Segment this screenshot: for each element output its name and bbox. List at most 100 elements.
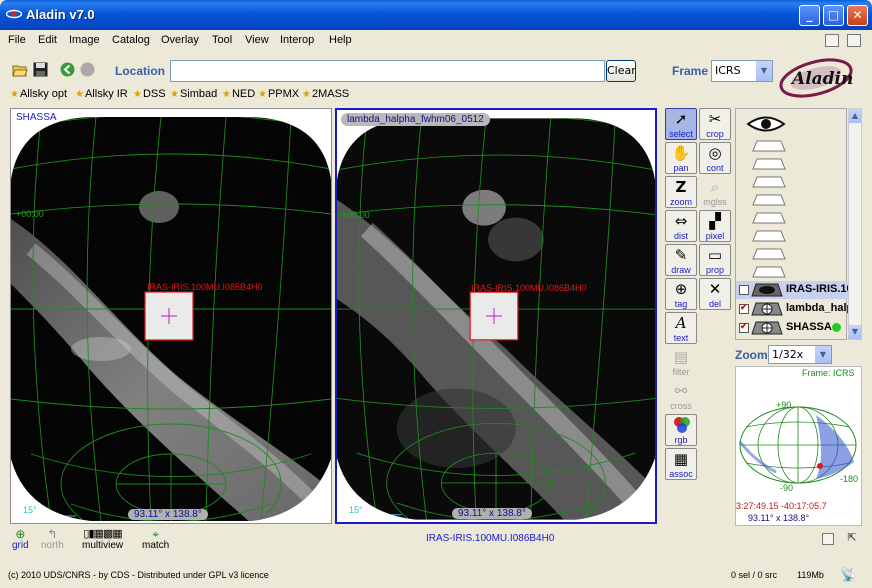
tool-rgb[interactable]: rgb: [665, 414, 697, 446]
menu-view[interactable]: View: [245, 34, 269, 46]
title-bar[interactable]: Aladin v7.0 _ □ ✕: [0, 0, 872, 30]
grid-toggle[interactable]: ⊕ grid: [12, 528, 29, 551]
layer-stack-scrollbar[interactable]: ▲ ▼: [848, 108, 862, 340]
sky-image-halpha[interactable]: [337, 110, 655, 522]
match-toggle[interactable]: ⌖ match: [142, 528, 169, 551]
bookmark-ned[interactable]: ★NED: [222, 88, 255, 100]
tool-pan[interactable]: ✋ pan: [665, 142, 697, 174]
tool-magnifier[interactable]: ⌕ mglss: [699, 176, 731, 208]
panner-right-label: -180: [840, 474, 859, 484]
clear-button[interactable]: Clear: [606, 60, 636, 82]
tool-filter[interactable]: ▤ filter: [665, 346, 697, 378]
menu-tool[interactable]: Tool: [212, 34, 232, 46]
menu-interop[interactable]: Interop: [280, 34, 314, 46]
layer-row[interactable]: IRAS-IRIS.100MU.I086B4H0: [736, 281, 848, 299]
empty-plane[interactable]: [752, 248, 786, 260]
close-button[interactable]: ✕: [847, 5, 868, 26]
tool-distance[interactable]: ⇔ dist: [665, 210, 697, 242]
layer-stack[interactable]: IRAS-IRIS.100MU.I086B4H0 lambda_halpha_f…: [735, 108, 848, 340]
fullscreen-icon[interactable]: [847, 34, 861, 47]
star-icon: ★: [170, 89, 179, 100]
layer-visibility-checkbox[interactable]: [739, 302, 749, 314]
empty-plane[interactable]: [752, 194, 786, 206]
zoom-label: Zoom: [735, 348, 768, 362]
star-icon: ★: [75, 89, 84, 100]
tag-target-icon: ⊕: [674, 280, 688, 298]
view-panel-left[interactable]: SHASSA +00:00 IRAS-IRIS.100MU.I086B4H0 1…: [10, 108, 332, 524]
aladin-app-icon: [6, 9, 22, 19]
empty-plane[interactable]: [752, 212, 786, 224]
tool-crossmatch[interactable]: ⚯ cross: [665, 380, 697, 412]
menu-edit[interactable]: Edit: [38, 34, 57, 46]
memory-usage: 119Mb: [797, 570, 824, 580]
scroll-down-icon[interactable]: ▼: [849, 325, 861, 339]
menu-bar: File Edit Image Catalog Overlay Tool Vie…: [0, 30, 872, 52]
panner-bottom-label: -90: [780, 483, 794, 493]
maximize-button[interactable]: □: [823, 5, 844, 26]
grid-dec-label: +00:00: [16, 209, 44, 219]
tool-assoc[interactable]: ▦ assoc: [665, 448, 697, 480]
menu-overlay[interactable]: Overlay: [161, 34, 199, 46]
location-input[interactable]: [170, 60, 605, 82]
status-bar: (c) 2010 UDS/CNRS - by CDS - Distributed…: [0, 566, 872, 588]
empty-plane[interactable]: [752, 176, 786, 188]
bookmark-allsky-ir[interactable]: ★Allsky IR: [75, 88, 128, 100]
bookmark-allsky-opt[interactable]: ★Allsky opt: [10, 88, 67, 100]
layer-visibility-checkbox[interactable]: [739, 285, 749, 295]
view-panel-right[interactable]: lambda_halpha_fwhm06_0512 +00:00 IRAS-IR…: [335, 108, 657, 524]
bookmark-2mass[interactable]: ★2MASS: [302, 88, 349, 100]
tool-contour[interactable]: ◎ cont: [699, 142, 731, 174]
eye-icon[interactable]: [746, 113, 786, 135]
tool-select[interactable]: ➚ select: [665, 108, 697, 140]
filter-icon: ▤: [673, 348, 689, 366]
tool-crop[interactable]: ✂ crop: [699, 108, 731, 140]
tool-pixel[interactable]: ▞ pixel: [699, 210, 731, 242]
bookmark-dss[interactable]: ★DSS: [133, 88, 166, 100]
tool-zoom[interactable]: Zzoom: [665, 176, 697, 208]
layer-row[interactable]: lambda_halpha_fwhm06_0512: [736, 300, 848, 318]
multiview-selector[interactable]: ▯▮▦▩▦ multiview: [82, 528, 123, 551]
save-disk-icon[interactable]: [33, 62, 48, 77]
star-icon: ★: [302, 89, 311, 100]
restore-view-icon[interactable]: [822, 533, 834, 545]
satellite-dish-icon[interactable]: 📡: [840, 567, 856, 583]
zoom-select[interactable]: 1/32x ▼: [768, 345, 832, 364]
properties-icon: ▭: [707, 246, 723, 264]
restore-panel-icon[interactable]: [825, 34, 839, 47]
bookmark-ppmx[interactable]: ★PPMX: [258, 88, 299, 100]
tool-text[interactable]: Atext: [665, 312, 697, 344]
star-icon: ★: [133, 89, 142, 100]
tool-properties[interactable]: ▭ prop: [699, 244, 731, 276]
empty-plane[interactable]: [752, 158, 786, 170]
fov-label: 93.11° x 138.8°: [452, 508, 532, 519]
film-strip-icon: ▦: [673, 450, 689, 468]
distance-icon: ⇔: [674, 212, 688, 230]
layer-visibility-checkbox[interactable]: [739, 321, 749, 333]
menu-image[interactable]: Image: [69, 34, 100, 46]
sky-image-shassa[interactable]: [11, 109, 331, 523]
scroll-up-icon[interactable]: ▲: [849, 109, 861, 123]
empty-plane[interactable]: [752, 230, 786, 242]
bookmark-simbad[interactable]: ★Simbad: [170, 88, 217, 100]
location-label: Location: [115, 64, 165, 78]
cursor-arrow-icon: ➚: [674, 110, 688, 128]
menu-file[interactable]: File: [8, 34, 26, 46]
tool-tag[interactable]: ⊕ tag: [665, 278, 697, 310]
text-a-icon: A: [675, 314, 687, 332]
frame-label: Frame: [672, 64, 709, 78]
frame-select[interactable]: ICRS ▼: [711, 60, 773, 82]
layer-row[interactable]: SHASSA: [736, 319, 848, 337]
back-arrow-icon[interactable]: [60, 62, 75, 77]
tool-draw[interactable]: ✎ draw: [665, 244, 697, 276]
minimize-button[interactable]: _: [799, 5, 820, 26]
open-folder-icon[interactable]: [12, 63, 28, 77]
allsky-navigator[interactable]: Frame: ICRS +90 -90 -180 3:27:49.15 -40:…: [735, 366, 862, 526]
tool-delete[interactable]: ✕ del: [699, 278, 731, 310]
empty-plane[interactable]: [752, 140, 786, 152]
menu-catalog[interactable]: Catalog: [112, 34, 150, 46]
forward-disabled-icon[interactable]: [80, 62, 95, 77]
menu-help[interactable]: Help: [329, 34, 352, 46]
empty-plane[interactable]: [752, 266, 786, 278]
north-toggle[interactable]: ↰ north: [41, 528, 64, 551]
external-window-icon[interactable]: ⇱: [845, 531, 859, 545]
